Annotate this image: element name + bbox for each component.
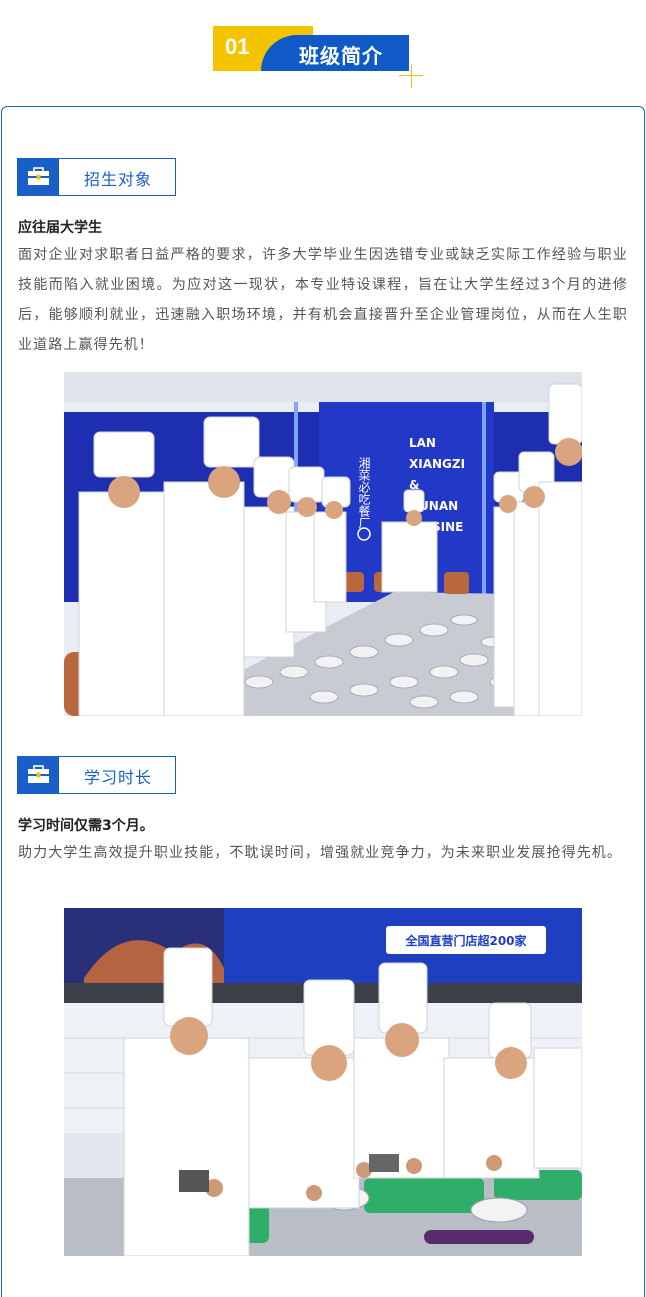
wall-english-line: XIANGZI	[409, 457, 465, 471]
section-badge: 01 班级简介	[213, 26, 428, 88]
section-label: 学习时长	[84, 768, 153, 787]
section-heading: 应往届大学生	[18, 220, 102, 236]
section-icon-box	[18, 757, 59, 793]
photo-chef-cooking-image: 全国直营门店超200家	[64, 908, 582, 1256]
briefcase-icon	[28, 765, 49, 783]
badge-title: 班级简介	[299, 44, 383, 68]
badge-title-block: 班级简介	[261, 35, 409, 71]
section-heading: 学习时间仅需3个月。	[18, 818, 154, 834]
wall-chinese-text: 湘菜必吃餐厂	[357, 456, 371, 529]
banner-text: 全国直营门店超200家	[404, 933, 527, 948]
photo-chef-class: 湘菜必吃餐厂 LAN XIANGZI & HUNAN CUISINE	[64, 372, 582, 716]
briefcase-icon	[28, 167, 49, 185]
section-text: 面对企业对求职者日益严格的要求，许多大学毕业生因选错专业或缺乏实际工作经验与职业…	[18, 247, 628, 353]
section-head-enrollment: 招生对象	[17, 158, 176, 196]
section-head-duration: 学习时长	[17, 756, 176, 794]
section-text: 助力大学生高效提升职业技能，不耽误时间，增强就业竞争力，为未来职业发展抢得先机。	[18, 845, 622, 861]
photo-chef-cooking: 全国直营门店超200家	[64, 908, 582, 1256]
section-icon-box	[18, 159, 59, 195]
section-label: 招生对象	[84, 170, 153, 189]
photo-chef-class-image: 湘菜必吃餐厂 LAN XIANGZI & HUNAN CUISINE	[64, 372, 582, 716]
badge-cross-decoration	[411, 64, 412, 88]
badge-number: 01	[225, 34, 250, 59]
wall-english-line: LAN	[409, 436, 436, 450]
